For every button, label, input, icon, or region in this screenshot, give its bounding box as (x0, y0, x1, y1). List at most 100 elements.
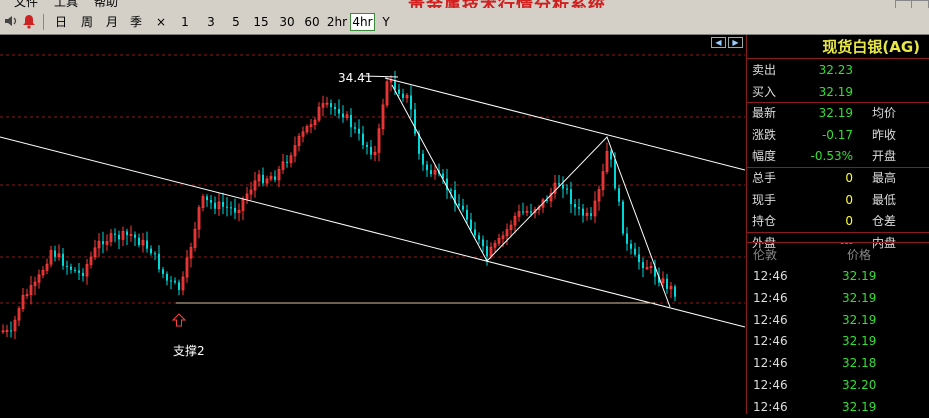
period-close-button[interactable]: × (154, 13, 168, 31)
candle-body (234, 207, 236, 213)
candle-body (274, 176, 276, 180)
candle-body (398, 89, 400, 94)
tick-time: 12:46 (753, 399, 788, 414)
candle-body (394, 80, 396, 90)
quote-row: 买入 32.19 (747, 82, 929, 103)
candle-body (362, 133, 364, 145)
tick-price: 32.18 (842, 356, 877, 371)
candle-body (262, 174, 264, 184)
period-60min[interactable]: 60 (302, 13, 322, 31)
tick-price: 32.19 (842, 399, 877, 414)
alarm-bell-icon[interactable] (21, 13, 37, 29)
candle-body (478, 235, 480, 240)
quote-row: 最新 32.19 均价 (747, 103, 929, 124)
quote-value: 32.19 (818, 106, 853, 121)
candle-body (222, 201, 224, 207)
tick-row: 12:46 32.19 (747, 330, 929, 352)
instrument-title: 现货白银(AG) (747, 35, 929, 59)
scroll-left-icon[interactable]: ◀ (711, 37, 726, 48)
candle-body (666, 278, 668, 289)
channel-lower-line (0, 136, 745, 328)
candle-body (334, 106, 336, 110)
quote-label-secondary: 均价 (872, 106, 897, 121)
candle-body (134, 234, 136, 238)
candle-body (126, 231, 128, 236)
candle-body (578, 207, 580, 209)
tick-price: 32.19 (842, 269, 877, 283)
quote-label: 涨跌 (752, 127, 777, 142)
candle-body (358, 128, 360, 134)
quote-row: 卖出 32.23 (747, 60, 929, 81)
menu-tools[interactable]: 工具 (54, 0, 78, 8)
ticks-header-price: 价格 (847, 248, 872, 262)
period-1min[interactable]: 1 (178, 13, 192, 31)
candle-body (638, 254, 640, 263)
support-arrow-icon (171, 313, 187, 327)
candle-body (626, 233, 628, 244)
candle-body (162, 269, 164, 274)
candle-body (154, 253, 156, 255)
period-day[interactable]: 日 (53, 13, 69, 31)
period-month[interactable]: 月 (104, 13, 120, 31)
candle-body (630, 243, 632, 249)
candle-body (342, 113, 344, 118)
panel-divider (747, 167, 929, 168)
candle-body (82, 272, 84, 277)
menu-bar: 文件 工具 帮助 贵金属技术行情分析系统 (0, 0, 929, 8)
candle-body (170, 280, 172, 282)
quote-value: 0 (845, 192, 853, 207)
menu-file[interactable]: 文件 (14, 0, 38, 8)
quote-value: 0 (845, 214, 853, 229)
tick-price: 32.20 (842, 378, 877, 392)
period-quarter[interactable]: 季 (128, 13, 144, 31)
candle-body (158, 253, 160, 270)
candle-body (114, 233, 116, 235)
period-week[interactable]: 周 (79, 13, 95, 31)
peak-price-label: 34.41 (338, 71, 372, 85)
candle-body (570, 189, 572, 205)
period-2hr[interactable]: 2hr (326, 13, 348, 31)
candle-body (634, 248, 636, 255)
speaker-icon[interactable] (3, 13, 19, 29)
quote-label: 现手 (752, 192, 777, 207)
candle-body (614, 159, 616, 189)
app-title: 贵金属技术行情分析系统 (408, 0, 606, 8)
candle-body (450, 189, 452, 191)
candlestick-chart[interactable]: 34.41 支撑2 ◀ ▶ (0, 35, 745, 414)
period-toolbar: 日 周 月 季 × 1 3 5 15 30 60 2hr 4hr Y (0, 8, 929, 35)
quote-row: 持仓 0 仓差 (747, 211, 929, 232)
candle-body (330, 103, 332, 107)
ticks-header: 伦敦 价格 (747, 245, 929, 265)
quote-value: -0.53% (810, 149, 853, 164)
period-30min[interactable]: 30 (277, 13, 297, 31)
candle-body (78, 270, 80, 273)
chart-canvas[interactable]: 34.41 支撑2 (0, 35, 745, 414)
tick-row: 12:46 32.18 (747, 352, 929, 374)
channel-upper-line (384, 77, 745, 171)
quote-label: 幅度 (752, 149, 777, 164)
menu-help[interactable]: 帮助 (94, 0, 118, 8)
period-4hr[interactable]: 4hr (350, 13, 375, 31)
candle-body (10, 330, 12, 332)
candle-body (426, 164, 428, 171)
quote-label-secondary: 最低 (872, 192, 897, 207)
ticks-header-time: 伦敦 (753, 248, 778, 262)
period-15min[interactable]: 15 (251, 13, 271, 31)
quote-label-secondary: 昨收 (872, 127, 897, 142)
window-close-button[interactable] (911, 0, 929, 8)
tick-row: 12:46 32.19 (747, 287, 929, 309)
scroll-right-icon[interactable]: ▶ (728, 37, 743, 48)
period-5min[interactable]: 5 (229, 13, 243, 31)
candle-body (174, 280, 176, 283)
candle-body (422, 153, 424, 165)
tick-price: 32.19 (842, 290, 877, 305)
quote-value: 32.19 (818, 84, 853, 99)
candle-body (74, 269, 76, 271)
candle-body (66, 265, 68, 267)
quote-label-secondary: 仓差 (872, 214, 897, 229)
candle-body (402, 93, 404, 98)
quote-row: 现手 0 最低 (747, 190, 929, 211)
period-year[interactable]: Y (379, 13, 393, 31)
candle-body (338, 109, 340, 114)
period-3min[interactable]: 3 (204, 13, 218, 31)
